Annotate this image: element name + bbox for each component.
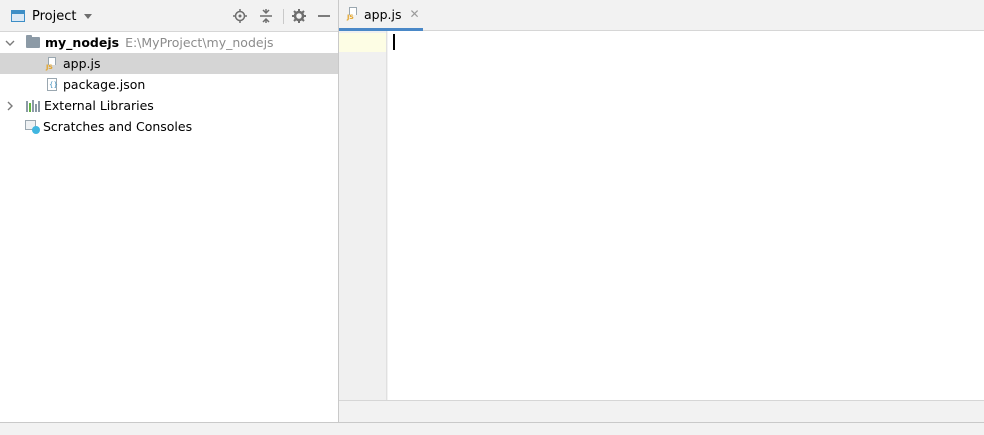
- tree-item-external-libraries[interactable]: External Libraries: [0, 95, 338, 116]
- tree-item-label: Scratches and Consoles: [43, 119, 193, 134]
- code-editor[interactable]: [388, 31, 984, 400]
- current-line: [388, 33, 984, 52]
- tab-app-js[interactable]: JS app.js ✕: [339, 0, 423, 31]
- scratches-icon: [25, 119, 41, 135]
- collapse-all-icon[interactable]: [258, 8, 274, 24]
- hide-icon[interactable]: [316, 8, 332, 24]
- tree-item-app-js[interactable]: JS app.js: [0, 53, 338, 74]
- chevron-down-icon[interactable]: [84, 14, 93, 19]
- chevron-right-icon[interactable]: [4, 100, 16, 112]
- project-view-selector[interactable]: Project: [9, 7, 93, 25]
- js-file-icon: JS: [46, 56, 58, 71]
- tree-item-label: External Libraries: [44, 98, 154, 113]
- tree-item-root-folder[interactable]: my_nodejs E:\MyProject\my_nodejs: [0, 32, 338, 53]
- close-icon[interactable]: ✕: [410, 8, 420, 20]
- tree-item-scratches[interactable]: Scratches and Consoles: [0, 116, 338, 137]
- tree-item-label: app.js: [63, 56, 101, 71]
- chevron-down-icon[interactable]: [4, 37, 16, 49]
- editor-horizontal-scroll-area: [339, 400, 984, 422]
- current-line-gutter-highlight: [339, 33, 386, 52]
- project-tool-window: Project my_nodejs E:\MyProject\my_nodejs…: [0, 0, 339, 422]
- json-file-icon: {}: [46, 77, 58, 92]
- text-caret: [393, 34, 395, 50]
- editor-tab-bar: JS app.js ✕: [339, 0, 984, 31]
- project-view-icon: [11, 10, 25, 22]
- tree-item-label: package.json: [63, 77, 146, 92]
- libraries-icon: [26, 99, 40, 112]
- tab-label: app.js: [364, 6, 402, 22]
- project-panel-title: Project: [32, 8, 77, 24]
- tree-item-package-json[interactable]: {} package.json: [0, 74, 338, 95]
- editor-gutter: [339, 31, 387, 400]
- project-panel-header: Project: [0, 0, 338, 32]
- locate-icon[interactable]: [232, 8, 248, 24]
- folder-icon: [26, 35, 40, 48]
- status-bar: [0, 422, 984, 435]
- root-folder-path: E:\MyProject\my_nodejs: [125, 35, 274, 50]
- js-file-icon: JS: [347, 7, 359, 21]
- root-folder-name: my_nodejs: [45, 35, 120, 50]
- header-separator: [283, 9, 284, 24]
- gear-icon[interactable]: [291, 8, 307, 24]
